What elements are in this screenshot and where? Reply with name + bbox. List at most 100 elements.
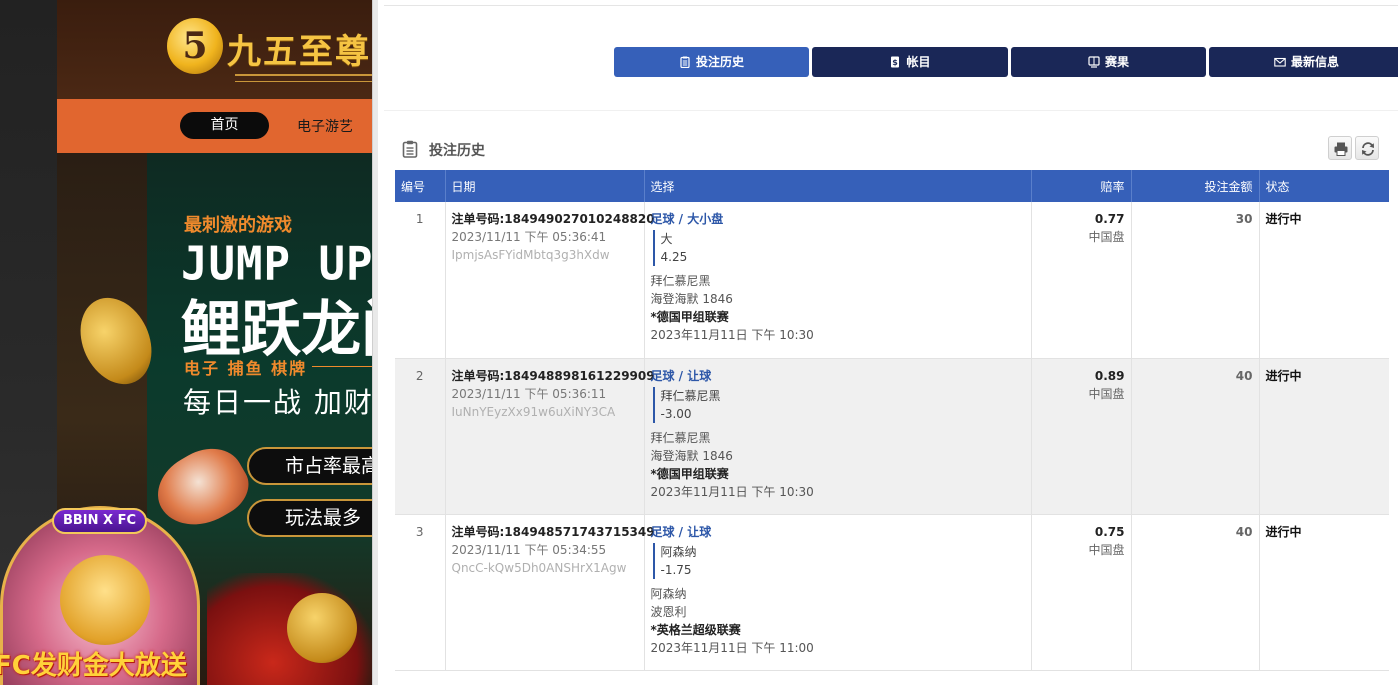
stake-cell: 30 [1131,202,1260,359]
ticket-number: 注单号码:184948898161229909 [451,368,655,383]
status-cell: 进行中 [1259,514,1389,671]
clipboard-icon [680,56,690,68]
odds-value: 0.89 [1094,368,1125,383]
print-button[interactable] [1328,136,1352,160]
banner-pill-most-modes[interactable]: 玩法最多 [247,499,372,537]
league-name: *英格兰超级联赛 [650,622,741,637]
nav-electronic-games-link[interactable]: 电子游艺 [297,116,353,136]
status-badge: 进行中 [1265,524,1302,539]
status-cell: 进行中 [1259,358,1389,515]
refresh-icon [1362,142,1374,156]
column-header-selection[interactable]: 选择 [644,170,1032,202]
envelope-icon [1274,57,1286,67]
promo-bottom-text: FC发财金大放送 [0,651,187,681]
home-team: 拜仁慕尼黑 [650,430,711,445]
nav-home-link[interactable]: 首页 [180,112,269,139]
panel-top-border [384,5,1398,6]
pick-name: 大 [660,232,673,246]
odds-type: 中国盘 [1088,386,1125,401]
odds-cell: 0.75 中国盘 [1031,514,1132,671]
home-team: 阿森纳 [650,586,687,601]
pick-block: 拜仁慕尼黑 -3.00 [652,386,1025,423]
ticket-cell: 注单号码:184948571743715349 2023/11/11 下午 05… [445,514,655,671]
section-title: 投注历史 [429,143,485,159]
clipboard-icon [402,140,418,158]
gold-coin-image [287,593,357,663]
stake-amount: 40 [1235,524,1253,539]
lucky-cat-image [60,555,150,645]
banner-categories: 电子 捕鱼 棋牌 [184,359,308,378]
column-header-number[interactable]: 编号 [395,170,446,202]
row-number: 3 [395,514,446,671]
tab-results[interactable]: 赛果 [1011,47,1206,77]
banner-daily-text: 每日一战 加财 [183,386,372,419]
tab-bet-history-label: 投注历史 [695,55,744,69]
selection-cell: 足球 / 让球 拜仁慕尼黑 -3.00 拜仁慕尼黑 海登海默 1846 *德国甲… [644,358,1032,515]
ticket-code: IpmjsAsFYidMbtq3g3hXdw [451,248,610,262]
ticket-number: 注单号码:184949027010248820 [451,212,655,226]
background-site-nav: 首页 电子游艺 [57,99,372,153]
status-badge: 进行中 [1265,368,1302,383]
stake-amount: 30 [1235,212,1253,226]
column-header-odds[interactable]: 赔率 [1031,170,1132,202]
pick-line: 4.25 [660,250,688,264]
background-website: 5 九五至尊 首页 电子游艺 最刺激的游戏 JUMP UP 鲤跃龙门 电子 捕鱼… [0,0,372,685]
ticket-datetime: 2023/11/11 下午 05:36:11 [451,386,607,401]
promo-badge-label: BBIN X FC [52,508,147,534]
odds-type: 中国盘 [1088,230,1125,244]
site-logo-icon: 5 [167,18,223,74]
ticket-code: IuNnYEyzXx91w6uXiNY3CA [451,404,616,419]
row-number: 2 [395,358,446,515]
tab-account-label: 帐目 [906,55,931,69]
odds-cell: 0.89 中国盘 [1031,358,1132,515]
ticket-datetime: 2023/11/11 下午 05:36:41 [451,230,607,244]
stake-cell: 40 [1131,514,1260,671]
tab-latest-news[interactable]: 最新信息 [1209,47,1398,77]
column-header-date[interactable]: 日期 [445,170,645,202]
column-header-status[interactable]: 状态 [1259,170,1389,202]
ledger-icon: $ [891,56,900,68]
away-team: 海登海默 1846 [650,292,733,306]
selection-cell: 足球 / 大小盘 大 4.25 拜仁慕尼黑 海登海默 1846 *德国甲组联赛 … [644,202,1032,359]
refresh-button[interactable] [1355,136,1379,160]
koi-fish-image [145,435,259,541]
pick-block: 阿森纳 -1.75 [652,542,1025,579]
printer-icon [1334,142,1348,156]
stake-cell: 40 [1131,358,1260,515]
logo-ornament [235,74,372,82]
league-name: *德国甲组联赛 [650,310,729,324]
match-time: 2023年11月11日 下午 10:30 [650,484,814,499]
ticket-code: QncC-kQw5Dh0ANSHrX1Agw [451,560,627,575]
ticket-cell: 注单号码:184949027010248820 2023/11/11 下午 05… [445,202,655,359]
status-badge: 进行中 [1265,212,1302,226]
bet-history-panel: 投注历史 $ 帐目 赛果 最新信息 投注历史 编号 日期 选择 赔率 投注金额 … [378,0,1398,685]
pick-name: 拜仁慕尼黑 [660,388,721,403]
away-team: 波恩利 [650,604,687,619]
odds-type: 中国盘 [1088,542,1125,557]
market-label: 足球 / 让球 [650,524,712,539]
table-row: 2 注单号码:184948898161229909 2023/11/11 下午 … [395,358,1389,515]
odds-value: 0.75 [1094,524,1125,539]
stake-amount: 40 [1235,368,1253,383]
ticket-cell: 注单号码:184948898161229909 2023/11/11 下午 05… [445,358,655,515]
tab-results-label: 赛果 [1104,55,1129,69]
home-team: 拜仁慕尼黑 [650,274,711,288]
pick-line: -3.00 [660,406,692,421]
pick-line: -1.75 [660,562,692,577]
tab-bet-history[interactable]: 投注历史 [614,47,809,77]
tab-account[interactable]: $ 帐目 [812,47,1008,77]
tabs-divider [384,110,1398,111]
market-label: 足球 / 让球 [650,368,712,383]
banner-pill-market-share[interactable]: 市占率最高 [247,447,372,485]
odds-cell: 0.77 中国盘 [1031,202,1132,359]
column-header-stake[interactable]: 投注金额 [1131,170,1260,202]
table-row: 3 注单号码:184948571743715349 2023/11/11 下午 … [395,514,1389,671]
ticket-number: 注单号码:184948571743715349 [451,524,655,539]
odds-value: 0.77 [1094,212,1125,226]
match-time: 2023年11月11日 下午 10:30 [650,328,814,342]
market-label: 足球 / 大小盘 [650,212,724,226]
bet-history-table: 编号 日期 选择 赔率 投注金额 状态 1 注单号码:1849490270102… [395,170,1389,671]
banner-tagline: 最刺激的游戏 [184,215,292,236]
row-number: 1 [395,202,446,359]
table-row: 1 注单号码:184949027010248820 2023/11/11 下午 … [395,202,1389,359]
